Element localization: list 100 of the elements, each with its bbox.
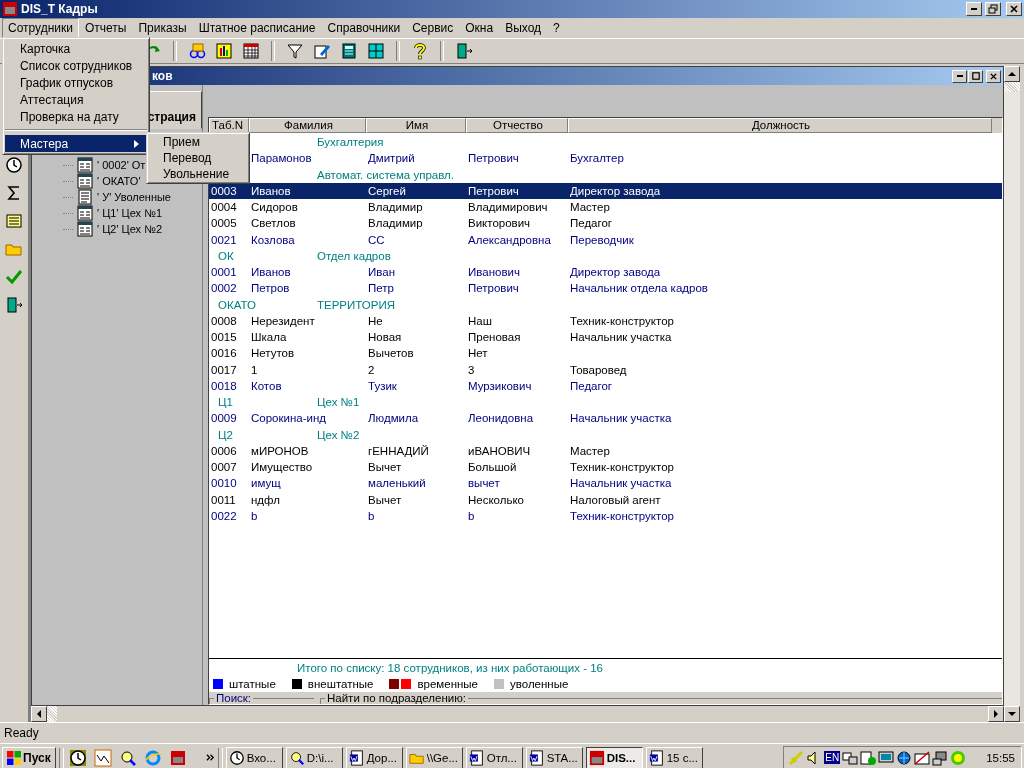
table-row[interactable]: 0009 Сорокина-инд Людмила Леонидовна Начальник участка	[209, 410, 1002, 427]
table-row[interactable]: 0017 1 2 3 Товаровед	[209, 361, 1002, 378]
menu-item[interactable]: Аттестация	[5, 91, 147, 108]
tree-item[interactable]: ' Ц2' Цех №2	[97, 223, 163, 235]
tree-item[interactable]: ' ОКАТО'	[97, 175, 141, 187]
menu-item[interactable]: Увольнение	[149, 166, 247, 182]
menu-item[interactable]: Проверка на дату	[5, 108, 147, 125]
tree-item[interactable]: ' Ц1' Цех №1	[97, 207, 163, 219]
tree-item[interactable]: ' У' Уволенные	[97, 191, 171, 203]
table-row[interactable]: 0003 Иванов Сергей Петрович Директор завода	[209, 182, 1002, 199]
column-header[interactable]: Должность	[568, 118, 992, 133]
table-row[interactable]: 0002 Петров Петр Петрович Начальник отдела кадров	[209, 280, 1002, 297]
menu-item[interactable]: График отпусков	[5, 74, 147, 91]
window-icon[interactable]	[365, 40, 387, 62]
scroll-thumb[interactable]	[1004, 82, 1020, 92]
close-button[interactable]	[1006, 2, 1022, 16]
taskbar-button[interactable]: Отл...	[465, 746, 523, 768]
table-cell-text: Петрович	[467, 184, 520, 197]
menu-item[interactable]: Прием	[149, 134, 247, 150]
minimize-button[interactable]	[966, 2, 982, 16]
close-button[interactable]	[986, 69, 1001, 83]
menu-item[interactable]: Справочники	[321, 18, 407, 38]
more-icon[interactable]	[205, 753, 215, 762]
computer-icon[interactable]	[932, 749, 949, 766]
table-row[interactable]: 0022 b b b Техник-конструктор	[209, 507, 1002, 524]
taskbar-button[interactable]: DIS...	[585, 746, 643, 768]
table-cell-text: 0021	[210, 233, 238, 246]
table-cell-text: 3	[467, 363, 476, 376]
maximize-button[interactable]	[968, 69, 983, 83]
menu-item[interactable]: Мастера	[5, 135, 147, 152]
menu-item[interactable]: Приказы	[132, 18, 193, 38]
table-cell-text: Светлов	[250, 217, 297, 230]
minimize-button[interactable]	[952, 69, 967, 83]
column-header[interactable]: Имя	[366, 118, 466, 133]
column-header[interactable]: Фамилия	[249, 118, 366, 133]
scroll-thumb[interactable]	[47, 706, 57, 722]
table-cell-text: имущ	[250, 477, 282, 490]
network-icon[interactable]	[842, 749, 859, 766]
restore-button[interactable]	[985, 2, 1001, 16]
scroll-left-button[interactable]	[31, 706, 47, 722]
scroll-right-button[interactable]	[988, 706, 1004, 722]
taskbar-button[interactable]: D:\i...	[285, 746, 343, 768]
taskbar-button[interactable]: \\Ge...	[405, 746, 463, 768]
table-cell-text: ндфл	[250, 493, 281, 506]
globe-icon[interactable]	[896, 749, 913, 766]
mail-icon[interactable]	[914, 749, 931, 766]
taskbar-button[interactable]: 15 с...	[645, 746, 703, 768]
column-header[interactable]: Отчество	[466, 118, 568, 133]
table-row[interactable]: 0005 Светлов Владимир Викторович Педагог	[209, 215, 1002, 232]
table-cell-text: Товаровед	[569, 363, 628, 376]
media-icon[interactable]	[860, 749, 877, 766]
table-cell-text: Сорокина-инд	[250, 412, 327, 425]
table-icon[interactable]	[240, 40, 262, 62]
menu-item[interactable]: Сервис	[406, 18, 460, 38]
menu-item[interactable]: Штатное расписание	[192, 18, 322, 38]
menu-item[interactable]: Отчеты	[79, 18, 133, 38]
table-row[interactable]: 0011 ндфл Вычет Несколько Налоговый агент	[209, 491, 1002, 508]
menu-item[interactable]: ?	[547, 18, 566, 38]
chart-icon[interactable]	[93, 748, 112, 767]
menu-item[interactable]: Перевод	[149, 150, 247, 166]
maximize-icon	[971, 72, 980, 80]
document-icon	[528, 749, 545, 766]
scroll-up-button[interactable]	[1004, 66, 1020, 82]
table-cell-text: b	[467, 509, 476, 522]
start-button[interactable]: Пуск	[2, 746, 56, 768]
left-arrow-icon	[37, 710, 41, 718]
table-row[interactable]: 0021 Козлова СС Александровна Переводчик	[209, 231, 1002, 248]
exit-icon[interactable]	[5, 296, 23, 314]
language-indicator[interactable]: EN	[824, 751, 841, 764]
table-row[interactable]: 0007 Имущество Вычет Большой Техник-конструктор	[209, 459, 1002, 476]
table-row[interactable]: 0016 Нетутов Вычетов Нет	[209, 345, 1002, 362]
check-icon[interactable]	[5, 268, 23, 286]
magnifier-icon[interactable]	[118, 748, 137, 767]
taskbar-button[interactable]: STA...	[525, 746, 583, 768]
menu-item[interactable]: Выход	[499, 18, 548, 38]
taskbar-button[interactable]: Вхо...	[225, 746, 283, 768]
table-row[interactable]: 0001 Иванов Иван Иванович Директор завода	[209, 264, 1002, 281]
chart-icon[interactable]	[213, 40, 235, 62]
list-icon[interactable]	[5, 212, 23, 230]
table-row[interactable]: 0006 мИРОНОВ гЕННАДИЙ иВАНОВИЧ Мастер	[209, 442, 1002, 459]
table-row[interactable]: 0018 Котов Тузик Мурзикович Педагог	[209, 377, 1002, 394]
table-row[interactable]: 0015 Шкала Новая Преновая Начальник участка	[209, 329, 1002, 346]
table-row[interactable]: 0008 Нерезидент Не Наш Техник-конструктор	[209, 312, 1002, 329]
scroll-down-button[interactable]	[1004, 706, 1020, 722]
table-row[interactable]: 0010 имущ маленький вычет Начальник участка	[209, 475, 1002, 492]
menu-item[interactable]: Карточка	[5, 40, 147, 57]
app-icon[interactable]	[168, 748, 187, 767]
group-name: Бухгалтерия	[317, 136, 384, 149]
table-cell-text: Петрович	[467, 152, 520, 165]
windows-logo-icon	[7, 750, 21, 765]
tree-item[interactable]: ' 0002' От	[97, 159, 146, 171]
clock-icon[interactable]	[68, 748, 87, 767]
monitor-icon[interactable]	[878, 749, 895, 766]
group-code: Ц1	[217, 396, 234, 409]
menu-item[interactable]: Список сотрудников	[5, 57, 147, 74]
taskbar-button[interactable]: Дор...	[345, 746, 403, 768]
vertical-scrollbar[interactable]	[1004, 66, 1020, 722]
horizontal-scrollbar[interactable]	[31, 706, 1004, 722]
menu-item[interactable]: Окна	[459, 18, 500, 38]
table-row[interactable]: 0004 Сидоров Владимир Владимирович Мастер	[209, 199, 1002, 216]
